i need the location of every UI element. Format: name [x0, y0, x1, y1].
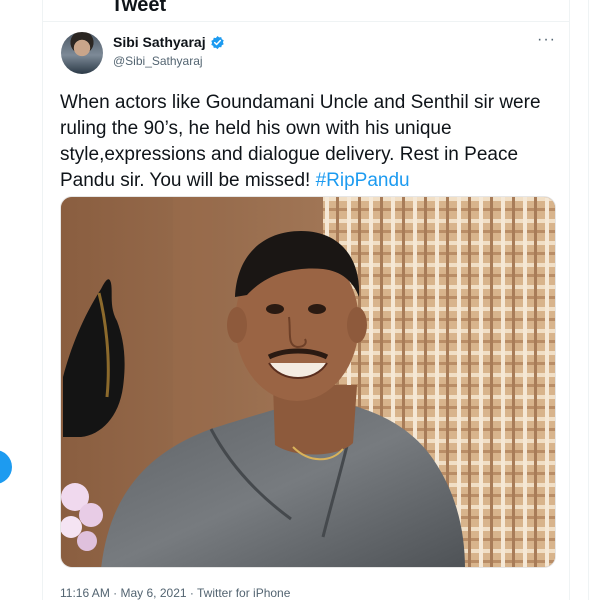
author-display-name[interactable]: Sibi Sathyaraj: [113, 34, 206, 50]
compose-tweet-button[interactable]: [0, 450, 12, 484]
more-options-icon[interactable]: ···: [537, 32, 556, 48]
header-bar: Tweet: [43, 0, 569, 22]
portrait-photo: [61, 197, 555, 567]
page: Tweet Sibi Sathyaraj @Sibi_Sathyaraj ···…: [0, 0, 600, 600]
hashtag-link[interactable]: #RipPandu: [316, 170, 410, 191]
meta-separator: ·: [113, 586, 118, 600]
tweet-date[interactable]: May 6, 2021: [121, 586, 187, 600]
tweet-text: When actors like Goundamani Uncle and Se…: [60, 90, 560, 194]
verified-badge-icon: [210, 35, 225, 50]
tweet-meta: 11:16 AM · May 6, 2021 · Twitter for iPh…: [60, 586, 290, 600]
tweet-source[interactable]: Twitter for iPhone: [197, 586, 290, 600]
tweet-time[interactable]: 11:16 AM: [60, 586, 110, 600]
right-panel-edge: [588, 0, 600, 600]
avatar[interactable]: [61, 32, 103, 74]
meta-separator: ·: [189, 586, 194, 600]
page-title: Tweet: [111, 0, 167, 16]
tweet-detail-column: Tweet Sibi Sathyaraj @Sibi_Sathyaraj ···…: [42, 0, 570, 600]
author-handle[interactable]: @Sibi_Sathyaraj: [113, 54, 203, 68]
tweet-body-text: When actors like Goundamani Uncle and Se…: [60, 92, 541, 191]
author-name-line: Sibi Sathyaraj: [113, 34, 225, 50]
tweet-photo[interactable]: [60, 196, 556, 568]
